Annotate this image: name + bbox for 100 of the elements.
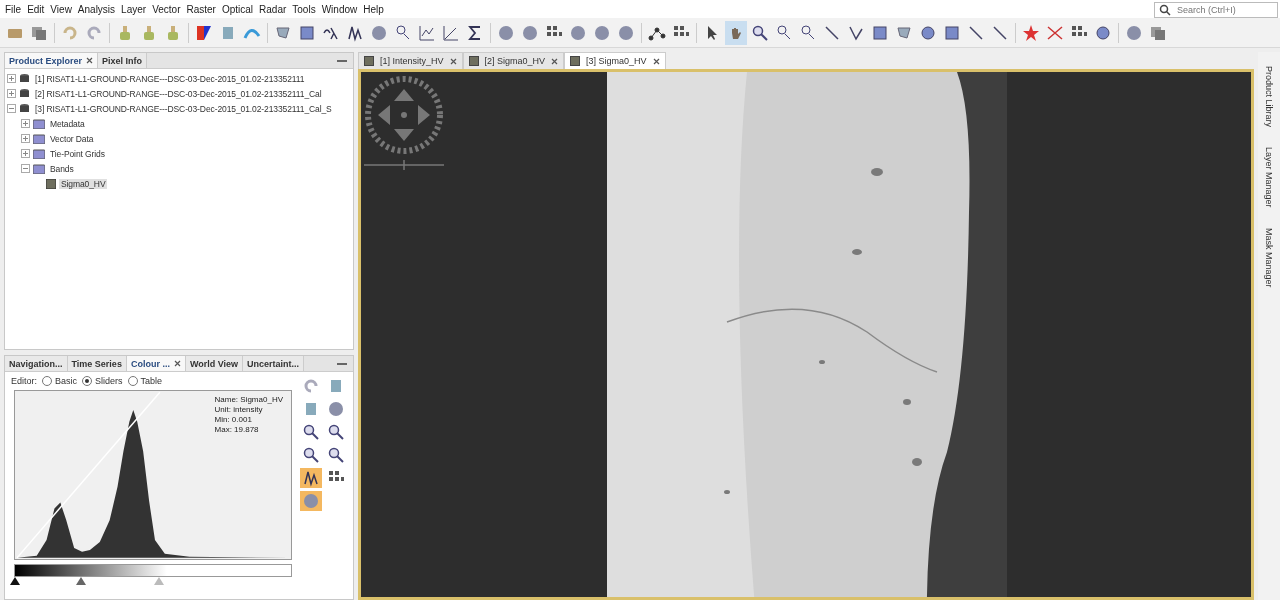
menu-item[interactable]: Layer (118, 3, 150, 15)
panel-tab[interactable]: World View (185, 356, 244, 371)
band-info-text: Min: 0.001 (214, 415, 253, 425)
globe-icon (370, 23, 388, 42)
redo-icon (302, 377, 320, 395)
globe-icon (617, 23, 635, 42)
tree-item[interactable]: [3] RISAT1-L1-GROUND-RANGE---DSC-03-Dec-2015_01.02-213352111_Cal_S (33, 103, 334, 114)
globe-icon (569, 23, 587, 42)
zoom-icon (327, 423, 345, 441)
folder-icon (33, 118, 45, 129)
close-icon[interactable] (86, 57, 93, 64)
band-icon (468, 56, 479, 66)
menu-item[interactable]: File (2, 3, 25, 15)
editor-label: Editor: (11, 376, 37, 386)
side-tab[interactable]: Product Library (1264, 62, 1274, 132)
tree-item[interactable]: [1] RISAT1-L1-GROUND-RANGE---DSC-03-Dec-2015_01.02-213352111 (33, 73, 307, 84)
radio-button[interactable] (82, 376, 93, 386)
tree-item[interactable]: Tie-Point Grids (48, 148, 107, 159)
globe-icon (302, 492, 320, 510)
expand-toggle[interactable] (21, 119, 30, 128)
tab-label: [3] Sigma0_HV (586, 56, 647, 66)
tab-label: [1] Intensity_HV (380, 56, 444, 66)
panel-tab[interactable]: Pixel Info (98, 53, 148, 68)
menu-item[interactable]: Radar (256, 3, 290, 15)
slider-thumb[interactable] (10, 577, 20, 585)
expand-toggle[interactable] (21, 164, 30, 173)
plot-icon (418, 23, 436, 42)
menu-item[interactable]: Raster (183, 3, 219, 15)
rgb-icon (195, 23, 213, 42)
minimize-icon[interactable] (337, 362, 347, 365)
square-icon (943, 23, 961, 42)
radio-button[interactable] (42, 376, 52, 386)
zoom-slider-icon[interactable] (364, 160, 444, 170)
menu-item[interactable]: Edit (24, 3, 48, 15)
info-toggle[interactable] (300, 491, 322, 511)
folder-icon (33, 148, 45, 159)
radio-label: Table (140, 376, 163, 386)
radio-label: Sliders (95, 376, 123, 386)
navigation-control-icon[interactable] (364, 75, 444, 155)
menu-item[interactable]: Analysis (74, 3, 119, 15)
panel-tab[interactable]: Product Explorer (5, 53, 98, 68)
close-icon[interactable] (652, 57, 660, 65)
tree-item[interactable]: Metadata (48, 118, 87, 129)
band-icon (364, 56, 374, 66)
radio-label: Basic (55, 376, 78, 386)
globe-icon (1125, 23, 1143, 42)
expand-toggle[interactable] (7, 104, 16, 113)
database-icon (19, 103, 30, 114)
panel-tab[interactable]: Uncertaint... (243, 356, 305, 371)
log-scale-toggle[interactable] (300, 468, 322, 488)
slider-thumb[interactable] (153, 577, 164, 585)
menu-item[interactable]: Window (318, 3, 361, 15)
expand-toggle[interactable] (21, 149, 30, 158)
tree-item[interactable]: Sigma0_HV (59, 178, 108, 189)
database-icon (19, 88, 30, 99)
panel-tab[interactable]: Navigation... (5, 356, 68, 371)
image-tab[interactable]: [3] Sigma0_HV (564, 52, 666, 69)
image-tab[interactable]: [1] Intensity_HV (358, 52, 463, 69)
globe-icon (593, 23, 611, 42)
circle-icon (1094, 23, 1112, 42)
tree-item[interactable]: [2] RISAT1-L1-GROUND-RANGE---DSC-03-Dec-2015_01.02-213352111_Cal (33, 88, 324, 99)
zoom-icon (327, 446, 345, 464)
globe-icon (327, 400, 345, 418)
star-icon (1022, 23, 1040, 42)
search-field[interactable]: Search (Ctrl+I) (1154, 2, 1278, 18)
axes-icon (442, 23, 460, 42)
histogram-icon (302, 469, 320, 487)
band-info-text: Max: 19.878 (214, 425, 260, 435)
close-icon[interactable] (173, 360, 181, 367)
close-icon[interactable] (551, 57, 559, 65)
side-tab[interactable]: Mask Manager (1264, 223, 1274, 292)
tree-item[interactable]: Vector Data (48, 133, 96, 144)
slider-thumb[interactable] (76, 577, 87, 585)
panel-tab[interactable]: Colour ... (126, 356, 186, 371)
expand-toggle[interactable] (7, 89, 16, 98)
menu-item[interactable]: Tools (289, 3, 319, 15)
band-info-text: Name: Sigma0_HV (214, 395, 283, 405)
band-icon (46, 178, 56, 189)
tree-item[interactable]: Bands (48, 163, 76, 174)
square-icon (871, 23, 889, 42)
scissors-icon (1046, 23, 1064, 42)
minimize-icon[interactable] (337, 59, 347, 62)
image-tab[interactable]: [2] Sigma0_HV (462, 52, 565, 69)
expand-toggle[interactable] (7, 74, 16, 83)
expand-toggle[interactable] (21, 134, 30, 143)
menu-item[interactable]: Optical (218, 3, 257, 15)
band-info-text: Unit: intensity (214, 405, 264, 415)
tab-label: [2] Sigma0_HV (484, 56, 546, 66)
close-icon[interactable] (449, 57, 457, 65)
menu-item[interactable]: Help (360, 3, 387, 15)
zoom-icon (302, 446, 320, 464)
line-icon (823, 23, 841, 42)
side-tab[interactable]: Layer Manager (1264, 143, 1274, 212)
database-icon (19, 73, 30, 84)
radio-button[interactable] (127, 376, 138, 386)
zoom-icon (302, 423, 320, 441)
menu-item[interactable]: View (47, 3, 75, 15)
panel-tab[interactable]: Time Series (67, 356, 127, 371)
menu-item[interactable]: Vector (149, 3, 184, 15)
circle-icon (919, 23, 937, 42)
